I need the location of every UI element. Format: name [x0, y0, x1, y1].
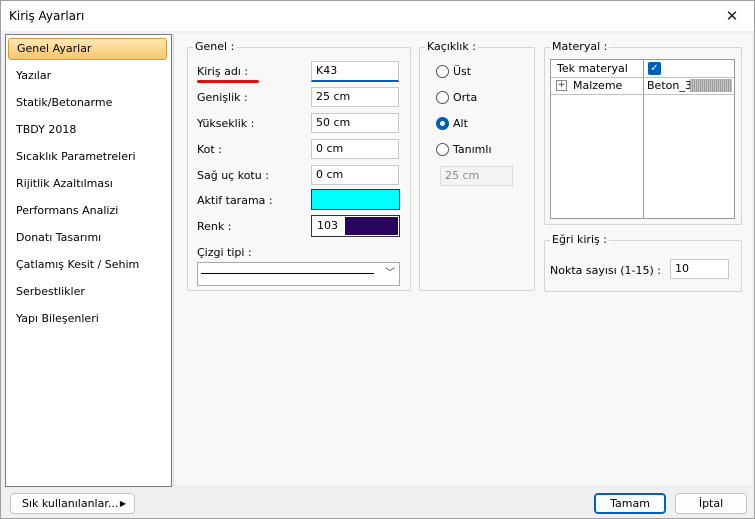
aktif-tarama-color-swatch[interactable]: [311, 189, 400, 210]
tek-materyal-label: Tek materyal: [557, 62, 628, 75]
grid-divider: [643, 60, 644, 218]
renk-color-swatch: [345, 217, 398, 235]
ok-button[interactable]: Tamam: [594, 493, 666, 514]
radio-ust[interactable]: [436, 65, 449, 78]
sag-uc-kotu-label: Sağ uç kotu :: [197, 169, 269, 182]
window-title: Kiriş Ayarları: [9, 9, 85, 23]
aktif-tarama-label: Aktif tarama :: [197, 194, 273, 207]
sidebar-item-label: Statik/Betonarme: [16, 96, 113, 109]
sag-uc-kotu-input[interactable]: 0 cm: [311, 165, 399, 185]
kot-input[interactable]: 0 cm: [311, 139, 399, 159]
plus-expand-icon[interactable]: +: [556, 80, 567, 91]
sidebar-item-label: Çatlamış Kesit / Sehim: [16, 258, 140, 271]
kiris-adi-input[interactable]: K43: [311, 61, 399, 82]
group-title: Eğri kiriş :: [550, 233, 609, 246]
grid-row-divider: [551, 77, 734, 78]
checkmark-icon[interactable]: ✓: [648, 62, 661, 75]
line-type-preview: [201, 273, 374, 274]
group-title: Genel :: [193, 40, 237, 53]
sidebar-item-yazilar[interactable]: Yazılar: [8, 65, 167, 87]
radio-tanimli[interactable]: [436, 143, 449, 156]
sidebar-item-label: Performans Analizi: [16, 204, 119, 217]
genislik-input[interactable]: 25 cm: [311, 87, 399, 107]
sidebar-item-donati-tasarimi[interactable]: Donatı Tasarımı: [8, 227, 167, 249]
sidebar-item-statik-betonarme[interactable]: Statik/Betonarme: [8, 92, 167, 114]
cizgi-tipi-dropdown[interactable]: ﹀: [197, 262, 400, 286]
sidebar-item-label: Donatı Tasarımı: [16, 231, 102, 244]
triangle-right-icon: ▶: [119, 499, 126, 508]
sidebar-item-catlamis-kesit[interactable]: Çatlamış Kesit / Sehim: [8, 254, 167, 276]
malzeme-label: Malzeme: [573, 79, 623, 92]
sidebar-item-label: Genel Ayarlar: [17, 42, 92, 55]
sidebar-item-label: Serbestlikler: [16, 285, 85, 298]
sidebar-item-genel-ayarlar[interactable]: Genel Ayarlar: [8, 38, 167, 60]
sidebar-item-label: Sıcaklık Parametreleri: [16, 150, 136, 163]
dialog-window: Kiriş Ayarları ✕ Genel Ayarlar Yazılar S…: [0, 0, 755, 519]
cizgi-tipi-label: Çizgi tipi :: [197, 246, 252, 259]
renk-label: Renk :: [197, 220, 232, 233]
sidebar-item-label: Rijitlik Azaltılması: [16, 177, 113, 190]
materyal-property-grid: Tek materyal ✓ + Malzeme Beton_3: [550, 59, 735, 219]
sidebar-item-yapi-bilesenleri[interactable]: Yapı Bileşenleri: [8, 308, 167, 330]
close-icon[interactable]: ✕: [710, 1, 754, 31]
malzeme-value[interactable]: Beton_3: [647, 79, 692, 92]
sidebar-item-serbestlikler[interactable]: Serbestlikler: [8, 281, 167, 303]
yukseklik-input[interactable]: 50 cm: [311, 113, 399, 133]
group-title: Materyal :: [550, 40, 610, 53]
radio-tanimli-label: Tanımlı: [453, 143, 492, 156]
cancel-button-label: İptal: [698, 497, 724, 510]
annotation-underline: [197, 80, 259, 83]
sidebar-item-label: TBDY 2018: [16, 123, 77, 136]
settings-sidebar: Genel Ayarlar Yazılar Statik/Betonarme T…: [5, 34, 172, 487]
renk-value: 103: [317, 219, 338, 232]
tanimli-input: 25 cm: [440, 166, 513, 186]
radio-orta[interactable]: [436, 91, 449, 104]
yukseklik-label: Yükseklik :: [197, 117, 255, 130]
nokta-sayisi-input[interactable]: 10: [670, 259, 729, 279]
radio-orta-label: Orta: [453, 91, 478, 104]
genislik-label: Genişlik :: [197, 91, 248, 104]
kiris-adi-label: Kiriş adı :: [197, 65, 249, 78]
radio-ust-label: Üst: [453, 65, 472, 78]
nokta-sayisi-label: Nokta sayısı (1-15) :: [550, 264, 661, 277]
group-title: Kaçıklık :: [425, 40, 478, 53]
sidebar-item-tbdy-2018[interactable]: TBDY 2018: [8, 119, 167, 141]
radio-alt-label: Alt: [453, 117, 468, 130]
grid-row-divider: [551, 94, 734, 95]
renk-color-picker[interactable]: 103: [311, 215, 400, 237]
sidebar-item-label: Yazılar: [16, 69, 52, 82]
cancel-button[interactable]: İptal: [675, 493, 747, 514]
kot-label: Kot :: [197, 143, 222, 156]
radio-alt[interactable]: [436, 117, 449, 130]
sidebar-item-performans-analizi[interactable]: Performans Analizi: [8, 200, 167, 222]
sidebar-item-sicaklik-parametreleri[interactable]: Sıcaklık Parametreleri: [8, 146, 167, 168]
ok-button-label: Tamam: [610, 497, 650, 510]
chevron-down-icon: ﹀: [385, 268, 395, 279]
sidebar-item-label: Yapı Bileşenleri: [16, 312, 99, 325]
frequent-menu-label: Sık kullanılanlar...: [22, 497, 119, 510]
frequent-menu-button[interactable]: Sık kullanılanlar... ▶: [10, 493, 135, 514]
sidebar-item-rijitlik-azaltilmasi[interactable]: Rijitlik Azaltılması: [8, 173, 167, 195]
material-color-swatch: [690, 79, 732, 92]
title-bar: Kiriş Ayarları ✕: [1, 1, 754, 31]
